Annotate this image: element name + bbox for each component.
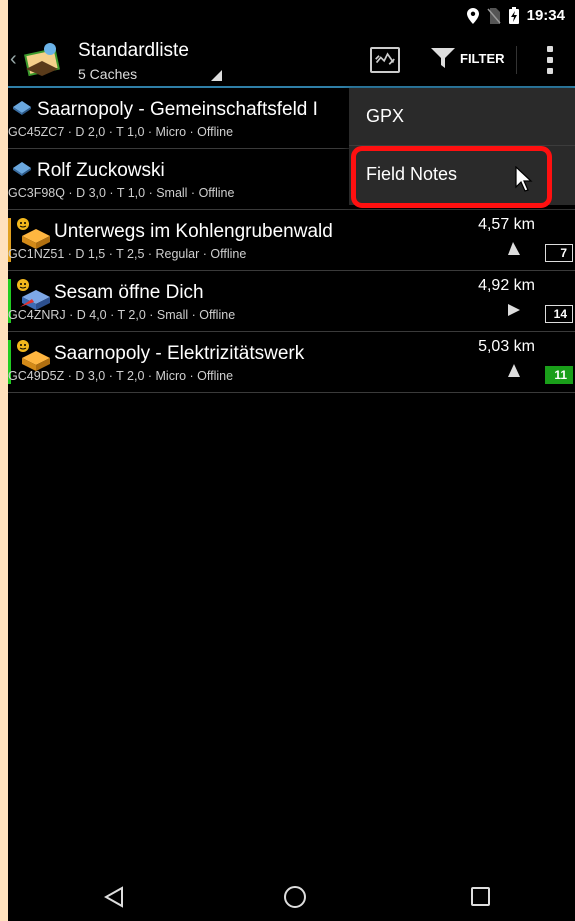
cache-meta: GC4ZNRJ · D 4,0 · T 2,0 · Small · Offlin… [8,308,236,322]
cache-row[interactable]: Saarnopoly - Elektrizitätswerk GC49D5Z ·… [8,332,575,393]
cache-meta: GC1NZ51 · D 1,5 · T 2,5 · Regular · Offl… [8,247,247,261]
navigation-bar [8,873,575,921]
traditional-cache-icon [13,162,31,176]
list-title[interactable]: Standardliste [78,40,189,62]
overflow-menu-button[interactable] [546,46,554,74]
cache-row[interactable]: Sesam öffne Dich GC4ZNRJ · D 4,0 · T 2,0… [8,271,575,332]
list-dropdown-icon[interactable] [211,70,222,81]
phone-screen: 19:34 ‹ Standardliste 5 Caches FILTER Sa… [8,0,575,921]
action-bar-divider [516,46,517,74]
nav-home-icon[interactable] [284,886,306,908]
map-icon[interactable] [370,47,400,73]
direction-arrow-icon [508,364,520,377]
list-subtitle[interactable]: 5 Caches [78,66,137,82]
filter-funnel-icon [431,48,455,68]
filter-label: FILTER [460,50,505,66]
cache-count-badge: 11 [545,366,573,384]
direction-arrow-icon [508,304,520,316]
cache-meta: GC3F98Q · D 3,0 · T 1,0 · Small · Offlin… [8,186,235,200]
clock: 19:34 [526,7,565,24]
cache-meta: GC49D5Z · D 3,0 · T 2,0 · Micro · Offlin… [8,369,234,383]
traditional-cache-icon [13,101,31,115]
cache-row[interactable]: Unterwegs im Kohlengrubenwald GC1NZ51 · … [8,210,575,271]
cache-count-badge: 14 [545,305,573,323]
cache-name: Rolf Zuckowski [37,160,165,181]
battery-charging-icon [508,7,519,24]
action-bar: ‹ Standardliste 5 Caches FILTER [8,34,575,88]
filter-button[interactable]: FILTER [431,48,505,68]
cache-distance: 4,92 km [478,277,535,294]
cache-distance: 4,57 km [478,216,535,233]
cache-count-badge: 7 [545,244,573,262]
menu-item-gpx[interactable]: GPX [349,88,575,145]
cache-distance: 5,03 km [478,338,535,355]
mouse-cursor-icon [515,166,533,192]
cache-name: Saarnopoly - Gemeinschaftsfeld I [37,99,318,120]
status-bar: 19:34 [8,0,575,34]
nav-recents-icon[interactable] [471,887,490,906]
no-sim-icon [487,7,501,24]
app-logo-icon[interactable] [22,41,62,77]
location-pin-icon [466,7,479,24]
up-caret-icon[interactable]: ‹ [10,48,17,71]
cache-name: Sesam öffne Dich [54,282,204,303]
cache-name: Saarnopoly - Elektrizitätswerk [54,343,305,364]
direction-arrow-icon [508,242,520,255]
cache-name: Unterwegs im Kohlengrubenwald [54,221,333,242]
nav-back-icon[interactable] [104,886,124,908]
cache-meta: GC45ZC7 · D 2,0 · T 1,0 · Micro · Offlin… [8,125,234,139]
status-icons: 19:34 [466,7,565,24]
